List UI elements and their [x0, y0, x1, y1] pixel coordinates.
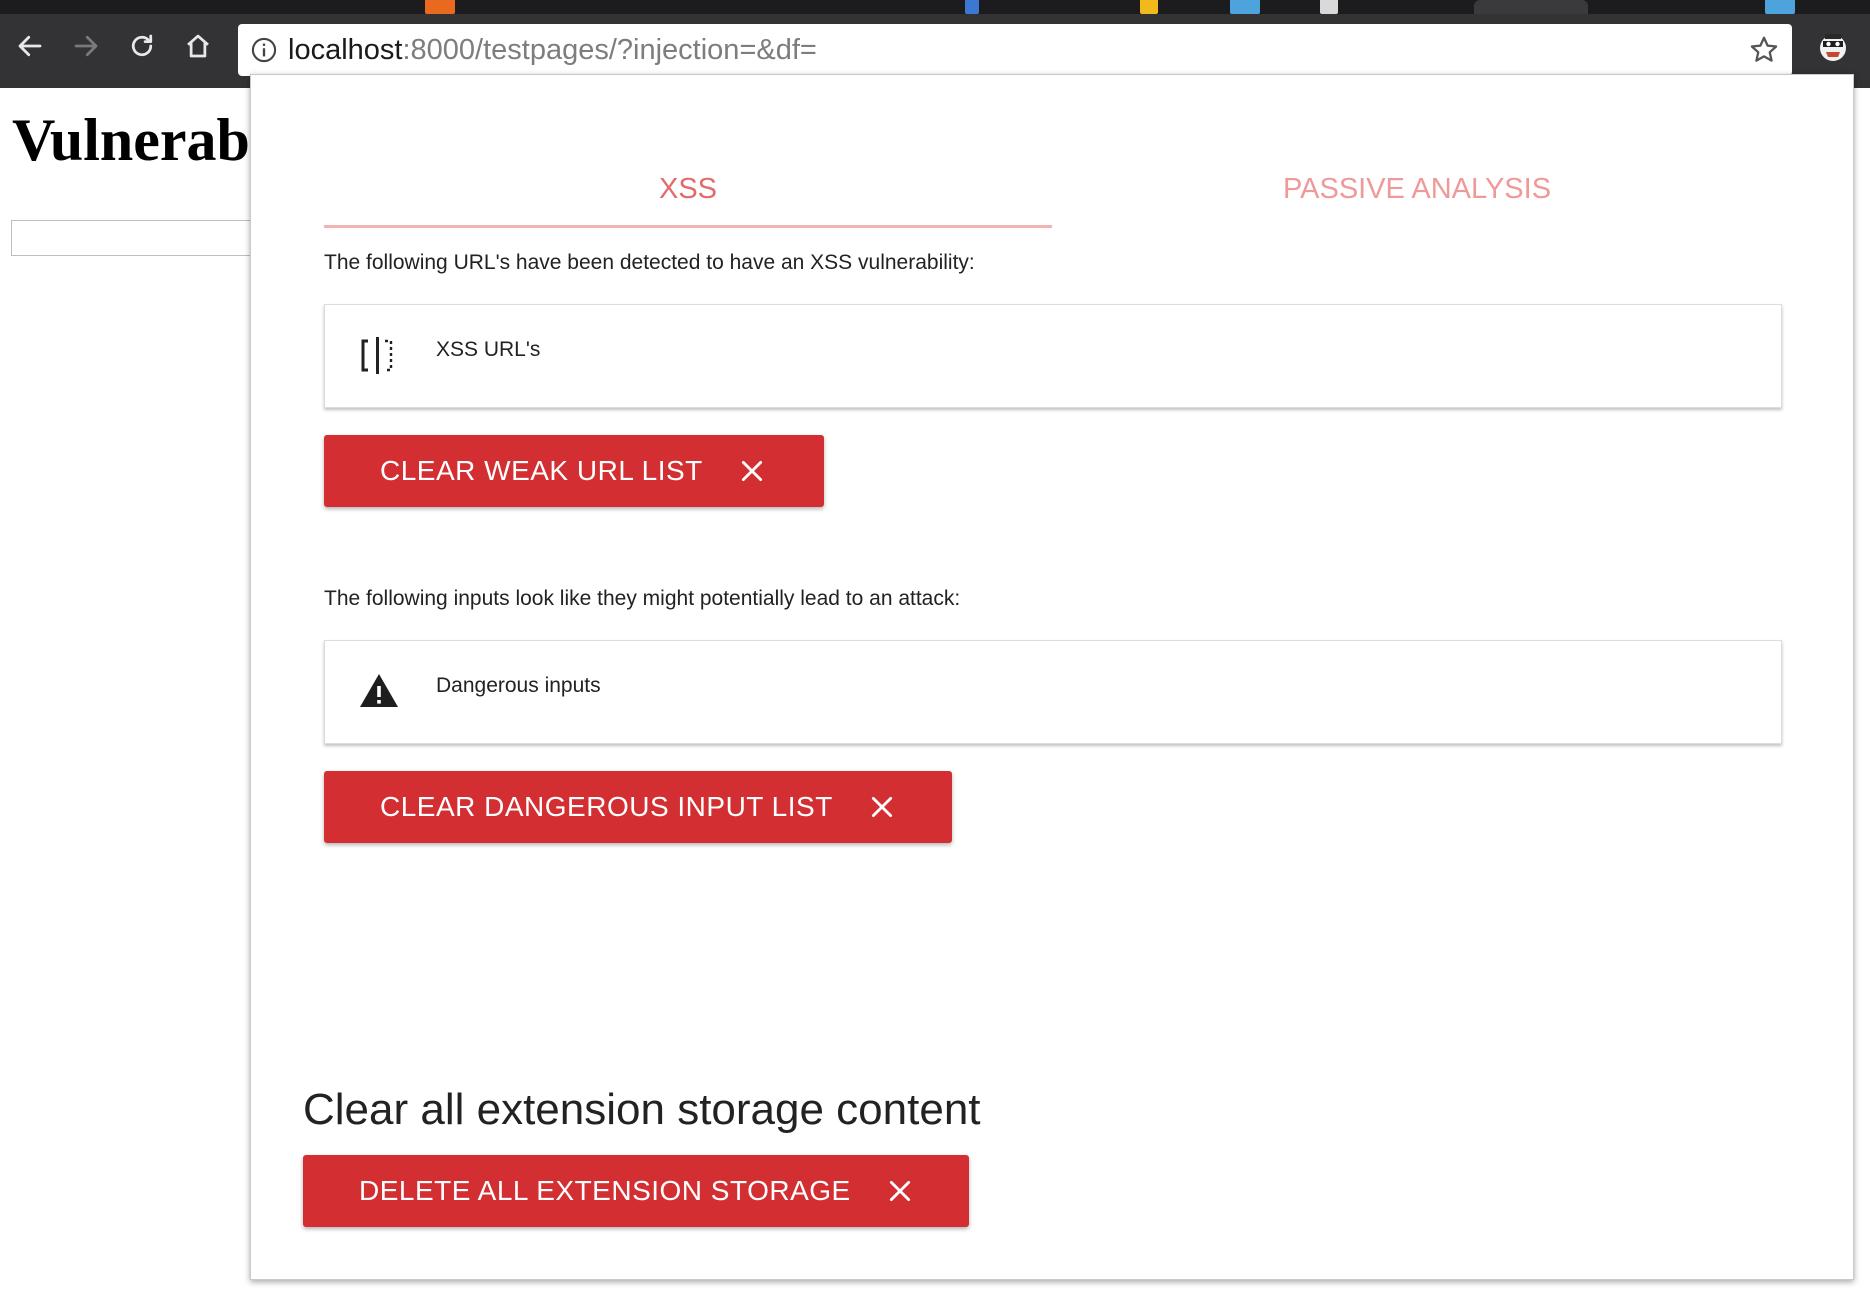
- dangerous-inputs-list[interactable]: Dangerous inputs: [324, 640, 1782, 744]
- tab-favicon-lightblue[interactable]: [1230, 0, 1260, 14]
- tab-favicon-blue[interactable]: [965, 0, 979, 14]
- tab-passive-analysis[interactable]: PASSIVE ANALYSIS: [1053, 163, 1781, 215]
- tab-xss[interactable]: XSS: [324, 163, 1052, 215]
- address-bar[interactable]: localhost:8000/testpages/?injection=&df=: [238, 24, 1792, 76]
- active-tab[interactable]: [1474, 0, 1588, 14]
- close-icon: [871, 796, 892, 818]
- back-icon: [18, 35, 42, 57]
- back-button[interactable]: [10, 26, 50, 66]
- tab-favicon-orange[interactable]: [425, 0, 455, 14]
- close-icon: [889, 1180, 910, 1202]
- tab-favicon-yellow[interactable]: [1140, 0, 1158, 14]
- delete-all-extension-storage-button[interactable]: DELETE ALL EXTENSION STORAGE: [303, 1155, 969, 1227]
- close-icon: [741, 460, 762, 482]
- split-view-icon: [361, 337, 393, 374]
- page-input-field[interactable]: [11, 220, 261, 256]
- clear-dangerous-input-list-label: CLEAR DANGEROUS INPUT LIST: [380, 791, 833, 822]
- clear-storage-title: Clear all extension storage content: [303, 1085, 981, 1134]
- clear-weak-url-list-button[interactable]: CLEAR WEAK URL LIST: [324, 435, 824, 507]
- clear-weak-url-list-label: CLEAR WEAK URL LIST: [380, 455, 703, 486]
- url-path: :8000/testpages/?injection=&df=: [402, 34, 817, 66]
- xss-urls-list[interactable]: XSS URL's: [324, 304, 1782, 408]
- reload-button[interactable]: [122, 26, 162, 66]
- delete-all-extension-storage-label: DELETE ALL EXTENSION STORAGE: [359, 1175, 851, 1206]
- info-icon[interactable]: [250, 36, 278, 64]
- xss-description: The following URL's have been detected t…: [324, 251, 975, 274]
- clear-dangerous-input-list-button[interactable]: CLEAR DANGEROUS INPUT LIST: [324, 771, 952, 843]
- home-icon: [187, 34, 209, 58]
- home-button[interactable]: [178, 26, 218, 66]
- dangerous-inputs-label: Dangerous inputs: [436, 674, 601, 697]
- extension-popup: XSS PASSIVE ANALYSIS The following URL's…: [250, 74, 1854, 1280]
- tab-strip: [0, 0, 1870, 14]
- page-heading: Vulnerab: [12, 107, 250, 173]
- xss-urls-label: XSS URL's: [436, 338, 541, 361]
- inputs-description: The following inputs look like they migh…: [324, 587, 961, 610]
- reload-icon: [131, 34, 153, 57]
- extension-icon[interactable]: [1816, 30, 1850, 64]
- tab-favicon-white[interactable]: [1320, 0, 1338, 14]
- star-icon[interactable]: [1748, 34, 1780, 66]
- url-host: localhost: [288, 34, 403, 66]
- tab-favicon-lightblue-2[interactable]: [1765, 0, 1795, 14]
- forward-icon: [74, 35, 98, 57]
- forward-button[interactable]: [66, 26, 106, 66]
- active-tab-indicator: [324, 225, 1052, 228]
- warning-icon: [360, 674, 398, 707]
- url-text[interactable]: localhost:8000/testpages/?injection=&df=: [288, 32, 817, 68]
